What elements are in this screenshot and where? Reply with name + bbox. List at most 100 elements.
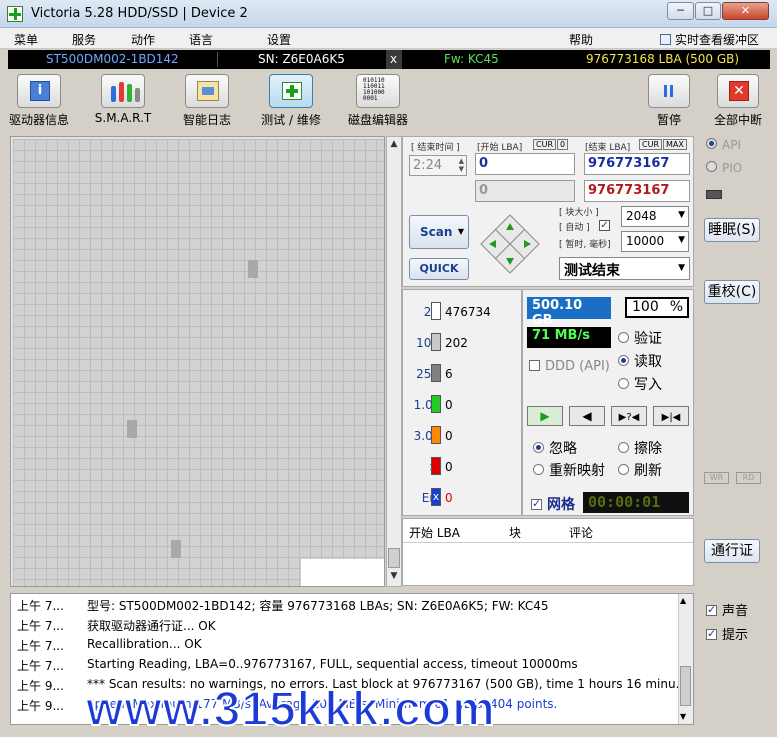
direction-pad[interactable]	[479, 213, 541, 275]
quick-button[interactable]: QUICK	[409, 258, 469, 280]
start-lba-field[interactable]: 0	[475, 153, 575, 175]
drive-info-bar: ST500DM002-1BD142 SN: Z6E0A6K5 x Fw: KC4…	[8, 50, 770, 69]
play-button[interactable]: ▶	[527, 406, 563, 426]
api-radio[interactable]: API	[706, 138, 741, 152]
smart-button[interactable]: S.M.A.R.T	[90, 74, 156, 125]
realtime-cache-toggle[interactable]: 实时查看缓冲区	[660, 31, 759, 48]
start-zero-button[interactable]: 0	[557, 139, 569, 150]
col-block[interactable]: 块	[509, 524, 521, 541]
close-button[interactable]: ✕	[722, 2, 769, 20]
indicator-led	[706, 190, 722, 199]
timeout-select[interactable]: 10000 ▼	[621, 231, 689, 252]
menu-service[interactable]: 服务	[72, 31, 96, 48]
stat-row-250: 250 6	[403, 364, 523, 384]
test-repair-button[interactable]: 测试 / 维修	[258, 74, 324, 128]
end-lba-label: [结束 LBA]	[585, 143, 631, 153]
info-icon: i	[30, 81, 50, 101]
disk-editor-button[interactable]: 010110 110011 101000 0001 磁盘编辑器	[342, 74, 414, 128]
realtime-cache-label: 实时查看缓冲区	[675, 33, 760, 47]
rewind-button[interactable]: ◀	[569, 406, 605, 426]
end-time-field[interactable]: 2:24 ▲ ▼	[409, 155, 467, 176]
log-line: 上午 7... 型号: ST500DM002-1BD142; 容量 9767731…	[17, 599, 549, 613]
rd-indicator: RD	[736, 472, 761, 484]
auto-label: [ 自动 ]	[559, 223, 590, 233]
drive-info-button[interactable]: i 驱动器信息	[6, 74, 72, 128]
refresh-radio[interactable]: 刷新	[618, 460, 662, 480]
scroll-up-icon[interactable]: ▲	[680, 596, 686, 605]
erase-radio[interactable]: 擦除	[618, 438, 662, 458]
timeout-label: [ 暂时, 毫秒]	[559, 240, 611, 250]
stat-row-100: 100 202	[403, 333, 523, 353]
maximize-button[interactable]: □	[695, 2, 721, 20]
end-lba-field[interactable]: 976773167	[584, 153, 690, 175]
menu-main[interactable]: 菜单	[14, 31, 38, 48]
menu-action[interactable]: 动作	[131, 31, 155, 48]
scroll-down-icon[interactable]: ▼	[680, 712, 686, 721]
col-start-lba[interactable]: 开始 LBA	[409, 524, 460, 541]
read-radio[interactable]: 读取	[618, 351, 662, 371]
scroll-thumb[interactable]	[388, 548, 400, 568]
grid-checkbox[interactable]: 网格	[531, 494, 575, 514]
menu-language[interactable]: 语言	[189, 31, 213, 48]
remap-radio[interactable]: 重新映射	[533, 460, 605, 480]
mode-panel: 500.10 GB 100% 71 MB/s DDD (API) 验证 读取 写…	[522, 289, 694, 516]
block-size-select[interactable]: 2048 ▼	[621, 206, 689, 227]
menu-help[interactable]: 帮助	[569, 31, 593, 48]
stat-row-over: >0	[403, 457, 523, 477]
drive-model: ST500DM002-1BD142	[46, 52, 179, 66]
test-plus-icon	[282, 82, 302, 100]
drive-firmware: Fw: KC45	[444, 52, 499, 66]
stat-row-25: 25476734	[403, 302, 523, 322]
log-scroll-thumb[interactable]	[680, 666, 691, 706]
sleep-button[interactable]: 睡眠(S)	[704, 218, 760, 242]
abort-all-button[interactable]: ✕ 全部中断	[708, 74, 768, 128]
dropdown-arrow-icon: ▼	[678, 235, 685, 245]
skip-button[interactable]: ▶?◀	[611, 406, 647, 426]
capacity-readout: 500.10 GB	[527, 297, 611, 328]
menu-settings[interactable]: 设置	[267, 31, 291, 48]
pause-button[interactable]: 暂停	[646, 74, 692, 128]
log-scrollbar[interactable]: ▲ ▼	[678, 594, 693, 724]
stat-row-1s: 1.0s 0	[403, 395, 523, 415]
scan-button[interactable]: Scan ▼	[409, 215, 469, 249]
smart-label: S.M.A.R.T	[94, 111, 152, 125]
scroll-down-icon[interactable]: ▼	[388, 571, 400, 585]
status-select[interactable]: 测试结束 ▼	[559, 257, 690, 280]
verify-radio[interactable]: 验证	[618, 328, 662, 348]
pause-icon	[664, 85, 674, 97]
scroll-up-icon[interactable]: ▲	[388, 139, 400, 153]
end-max-button[interactable]: MAX	[663, 139, 687, 150]
hints-checkbox[interactable]: 提示	[706, 624, 748, 643]
passport-button[interactable]: 通行证	[704, 539, 760, 563]
end-button[interactable]: ▶|◀	[653, 406, 689, 426]
menu-bar: 菜单 服务 动作 语言 设置 帮助 实时查看缓冲区	[0, 28, 777, 49]
recalibrate-button[interactable]: 重校(C)	[704, 280, 760, 304]
dropdown-arrow-icon: ▼	[678, 263, 685, 273]
end-time-label: [ 结束时间 ]	[411, 143, 460, 153]
log-line: 上午 7... 获取驱动器通行证... OK	[17, 619, 216, 633]
side-panel: API PIO 睡眠(S) 重校(C) WR RD 通行证	[698, 130, 770, 588]
pio-radio[interactable]: PIO	[706, 161, 742, 175]
end-cur-button[interactable]: CUR	[639, 139, 662, 150]
app-cross-icon	[7, 6, 23, 22]
start-cur-button[interactable]: CUR	[533, 139, 556, 150]
drive-close-x[interactable]: x	[390, 52, 397, 66]
dropdown-arrow-icon: ▼	[678, 210, 685, 220]
minimize-button[interactable]: ─	[667, 2, 694, 20]
col-comment[interactable]: 评论	[569, 524, 593, 541]
ddd-api-checkbox[interactable]: DDD (API)	[529, 359, 610, 374]
grid-scrollbar[interactable]: ▲ ▼	[386, 136, 402, 587]
ignore-radio[interactable]: 忽略	[533, 438, 577, 458]
error-x-icon: x	[431, 488, 441, 506]
grid-slow-block	[171, 540, 181, 558]
spin-arrows-icon: ▲ ▼	[458, 157, 464, 173]
log-line: 上午 7... Starting Reading, LBA=0..97677316…	[17, 657, 578, 673]
defect-table: 开始 LBA 块 评论	[402, 518, 694, 586]
smart-log-button[interactable]: 智能日志	[174, 74, 240, 128]
stat-row-3s: 3.0s 0	[403, 426, 523, 446]
write-radio[interactable]: 写入	[618, 374, 662, 394]
sound-checkbox[interactable]: 声音	[706, 600, 748, 619]
window-title: Victoria 5.28 HDD/SSD | Device 2	[31, 6, 248, 21]
auto-checkbox[interactable]: ✓	[599, 220, 610, 231]
abort-all-label: 全部中断	[713, 113, 762, 127]
